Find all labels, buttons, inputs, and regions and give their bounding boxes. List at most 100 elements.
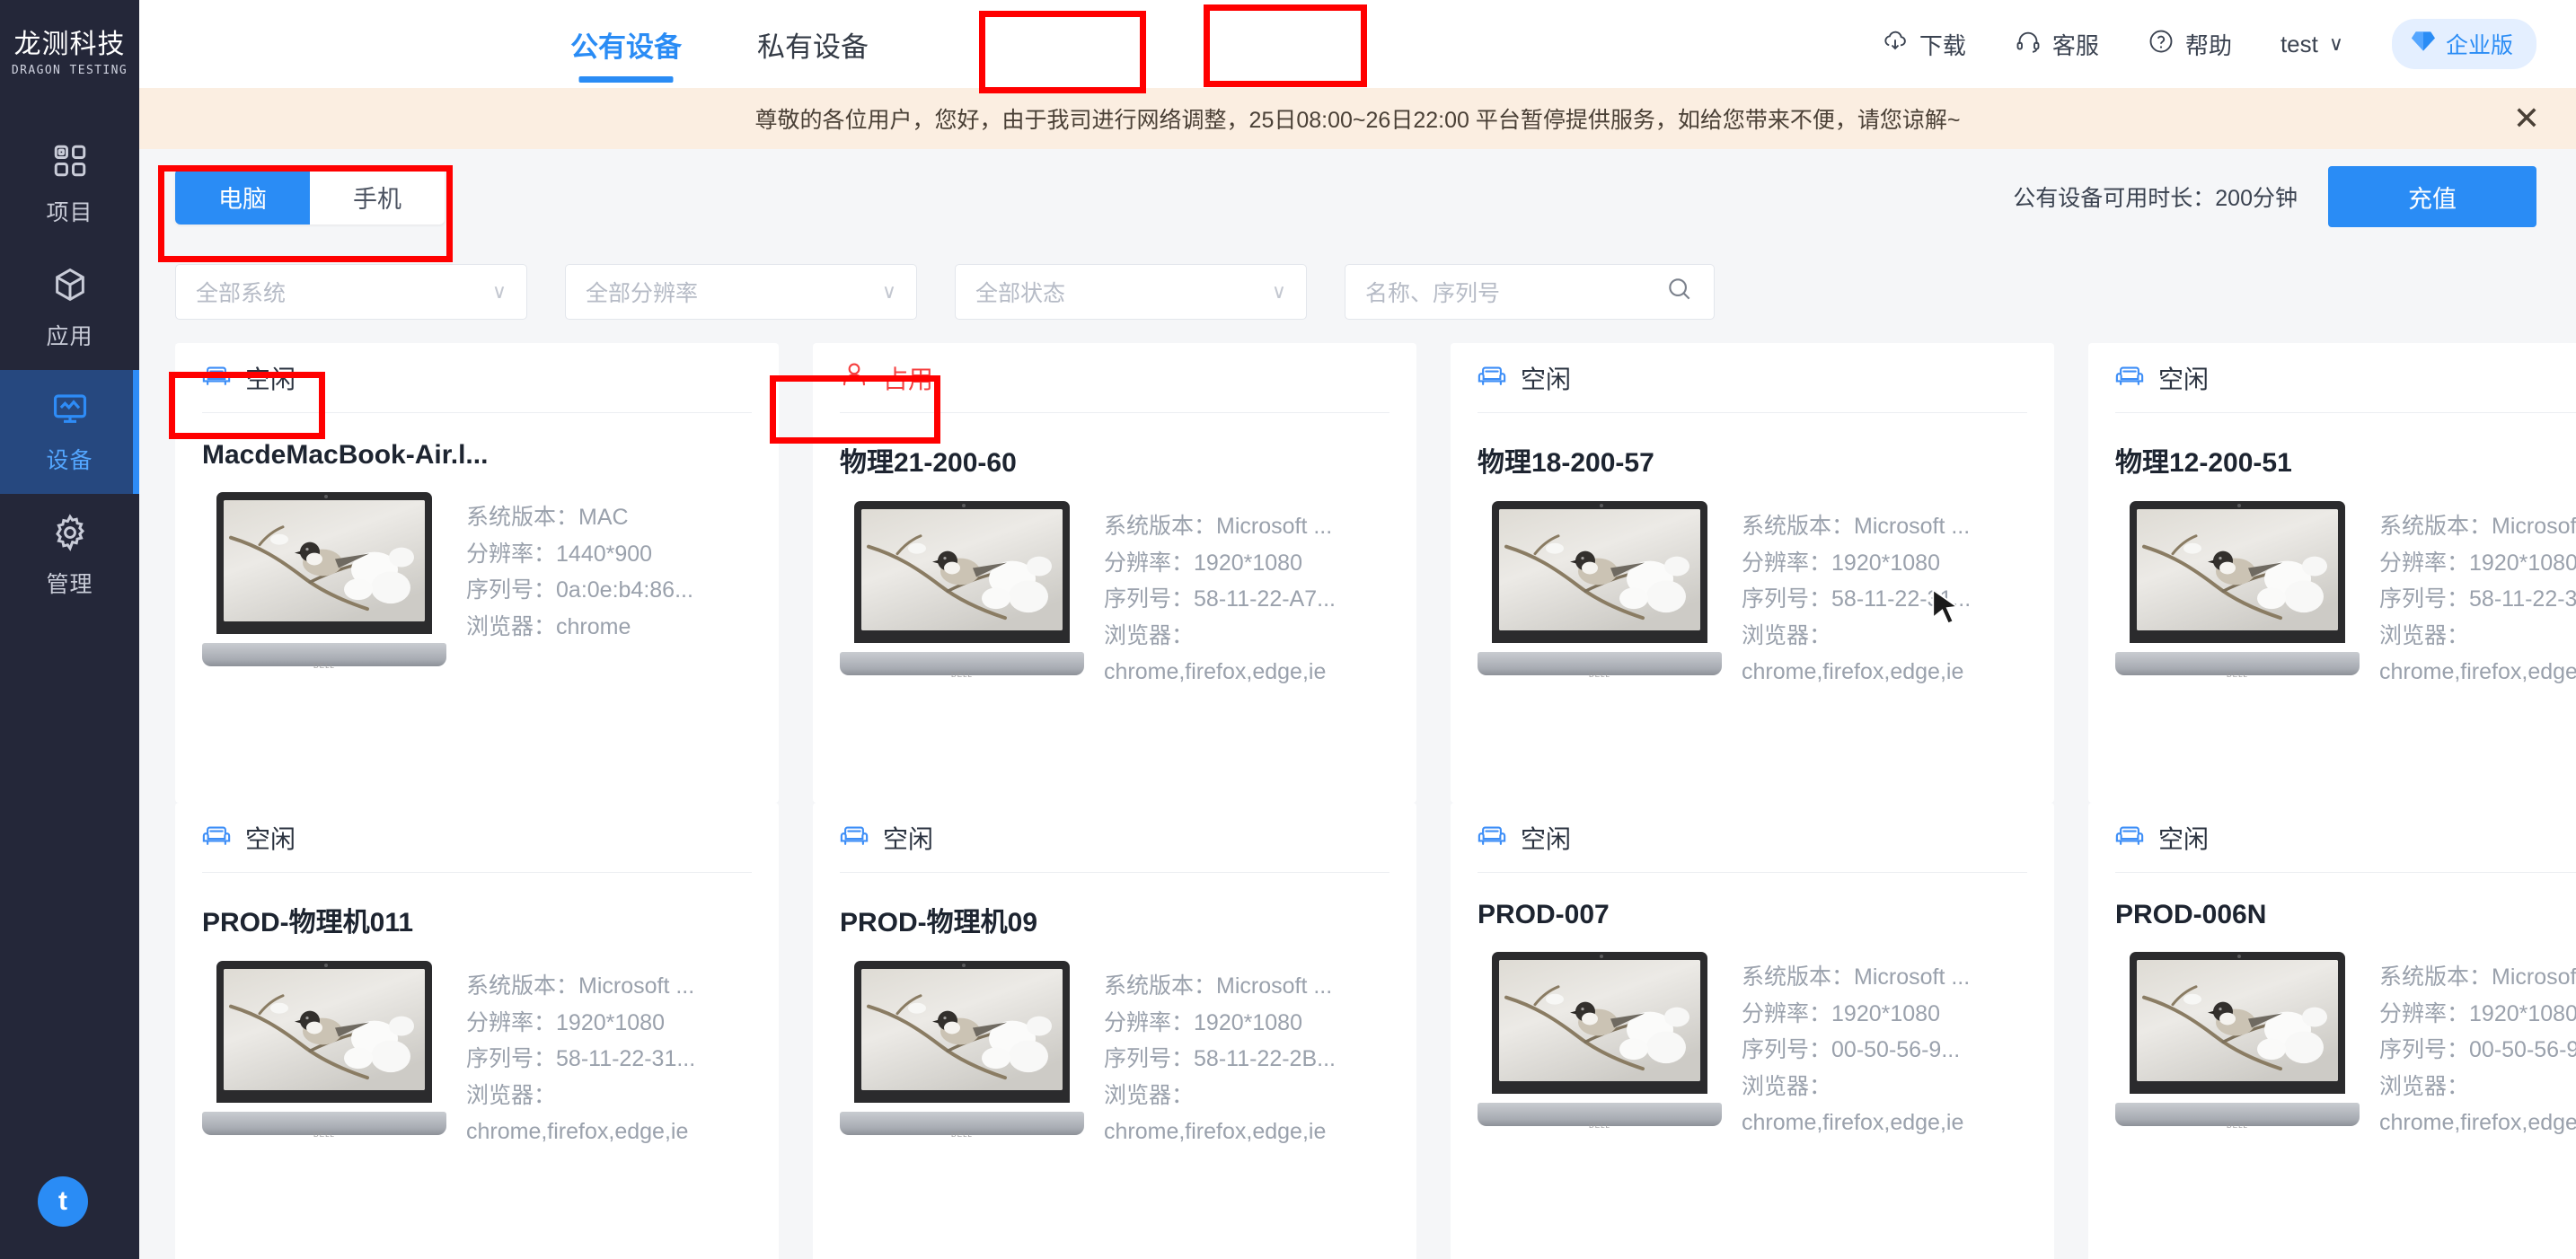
device-name: PROD-物理机011 xyxy=(202,908,414,938)
device-name: PROD-007 xyxy=(1478,900,1610,929)
search-icon[interactable] xyxy=(1665,275,1694,310)
wallpaper-bird-on-snowy-branch xyxy=(224,500,425,621)
avatar-label: t xyxy=(58,1186,67,1216)
device-card[interactable]: 空闲 PROD-物理机09 DELL 系统版本：Microsoft ... 分辨… xyxy=(813,803,1416,1259)
support-label: 客服 xyxy=(2051,31,2099,59)
spec-browser: 浏览器： chrome,firefox,edge,ie xyxy=(1742,618,1971,691)
laptop-brand-mark: DELL xyxy=(313,1131,336,1139)
device-card[interactable]: 空闲 PROD-物理机011 DELL 系统版本：Microsoft ... 分… xyxy=(175,803,779,1259)
main-area: 公有设备 私有设备 下载 客服 帮助 test ∨ 企业版 尊敬的各位用户，您好… xyxy=(139,0,2576,1259)
spec-browser: 浏览器：chrome xyxy=(466,609,693,646)
device-card[interactable]: 占用 物理21-200-60 DELL 系统版本：Microsoft ... 分… xyxy=(813,343,1416,803)
spec-serial-value: 58-11-22-31... xyxy=(1831,586,1972,612)
spec-os-label: 系统版本： xyxy=(1742,514,1855,539)
laptop-camera xyxy=(2237,955,2241,958)
sofa-icon xyxy=(202,360,231,395)
spec-serial-value: 58-11-22-2B... xyxy=(1194,1046,1336,1071)
device-status-label: 空闲 xyxy=(2158,824,2210,853)
device-card[interactable]: 空闲 物理18-200-57 DELL 系统版本：Microsoft ... 分… xyxy=(1451,343,2054,803)
laptop-camera xyxy=(2237,504,2241,507)
sidebar: 龙测科技 DRAGON TESTING 项目 应用 设备 管理 t xyxy=(0,0,139,1259)
tab-private-devices[interactable]: 私有设备 xyxy=(754,0,872,88)
wallpaper-bird-on-snowy-branch xyxy=(2137,509,2338,630)
device-status: 空闲 xyxy=(202,343,752,413)
user-menu[interactable]: test ∨ xyxy=(2280,31,2343,58)
device-type-computer-label: 电脑 xyxy=(218,185,267,213)
download-button[interactable]: 下载 xyxy=(1882,28,1966,61)
device-card[interactable]: 空闲 物理12-200-51 DELL 系统版本：Microsoft 分辨率：1… xyxy=(2088,343,2576,803)
sidebar-item-devices[interactable]: 设备 xyxy=(0,370,139,494)
spec-resolution-value: 1920*1080 xyxy=(2469,550,2576,576)
help-button[interactable]: 帮助 xyxy=(2148,28,2232,61)
device-status: 占用 xyxy=(840,343,1389,413)
user-name: test xyxy=(2280,30,2318,57)
spec-browser-label: 浏览器： xyxy=(1742,1073,1832,1099)
spec-browser-label: 浏览器： xyxy=(2379,1073,2470,1099)
spec-resolution-label: 分辨率： xyxy=(466,541,557,567)
close-icon[interactable]: ✕ xyxy=(2513,102,2540,135)
grid-icon xyxy=(51,142,89,184)
spec-resolution-value: 1920*1080 xyxy=(1831,1000,1940,1026)
spec-resolution-value: 1920*1080 xyxy=(556,1009,665,1035)
spec-resolution: 分辨率：1920*1080 xyxy=(1742,996,1970,1033)
spec-serial: 序列号：58-11-22-31... xyxy=(2379,581,2576,618)
spec-resolution-label: 分辨率： xyxy=(466,1009,557,1035)
wallpaper-bird-on-snowy-branch xyxy=(224,969,425,1090)
device-status-label: 空闲 xyxy=(883,824,934,853)
spec-serial-value: 58-11-22-A7... xyxy=(1194,586,1336,612)
spec-resolution: 分辨率：1920*1080 xyxy=(1742,545,1971,582)
spec-os: 系统版本：Microsoft ... xyxy=(466,968,695,1005)
cube-icon xyxy=(51,266,89,308)
spec-os: 系统版本：Microsoft ... xyxy=(1104,508,1336,545)
device-type-computer[interactable]: 电脑 xyxy=(175,169,310,225)
spec-browser: 浏览器： chrome,firefox,edge,ie xyxy=(1104,1078,1336,1150)
spec-serial-label: 序列号： xyxy=(2379,1037,2470,1062)
device-thumbnail: DELL xyxy=(2115,501,2360,681)
laptop-camera xyxy=(1600,955,1603,958)
device-image: DELL xyxy=(2115,501,2360,691)
system-filter-select[interactable]: 全部系统 ∨ xyxy=(175,264,527,320)
user-avatar-button[interactable]: t xyxy=(38,1176,88,1227)
device-type-phone[interactable]: 手机 xyxy=(310,169,445,225)
tab-public-devices-label: 公有设备 xyxy=(570,31,682,63)
search-field-wrapper[interactable]: 名称、序列号 xyxy=(1345,264,1715,320)
device-image: DELL xyxy=(1478,952,1722,1141)
enterprise-badge[interactable]: 企业版 xyxy=(2391,19,2536,69)
sidebar-item-devices-label: 设备 xyxy=(46,447,93,473)
top-bar: 公有设备 私有设备 下载 客服 帮助 test ∨ 企业版 xyxy=(139,0,2576,88)
tab-public-devices[interactable]: 公有设备 xyxy=(567,0,685,88)
spec-os-value: Microsoft ... xyxy=(1216,514,1333,539)
spec-serial: 序列号：00-50-56-9... xyxy=(1742,1032,1970,1069)
spec-browser-label: 浏览器： xyxy=(1104,622,1195,648)
spec-os-label: 系统版本： xyxy=(1104,973,1217,999)
chevron-down-icon: ∨ xyxy=(491,280,507,303)
spec-os: 系统版本：Microsoft ... xyxy=(1104,968,1336,1005)
resolution-filter-select[interactable]: 全部分辨率 ∨ xyxy=(565,264,917,320)
spec-serial-label: 序列号： xyxy=(1104,586,1195,612)
status-filter-select[interactable]: 全部状态 ∨ xyxy=(955,264,1307,320)
sidebar-item-apps[interactable]: 应用 xyxy=(0,246,139,370)
device-thumbnail: DELL xyxy=(2115,952,2360,1131)
recharge-button[interactable]: 充值 xyxy=(2328,166,2536,227)
spec-os: 系统版本：Microsoft ... xyxy=(1742,959,1970,996)
sidebar-item-projects[interactable]: 项目 xyxy=(0,122,139,246)
device-card[interactable]: 空闲 PROD-006N DELL 系统版本：Microsoft 分辨率：192… xyxy=(2088,803,2576,1259)
download-label: 下载 xyxy=(1919,31,1966,59)
device-name: 物理12-200-51 xyxy=(2115,448,2292,478)
device-card[interactable]: 空闲 PROD-007 DELL 系统版本：Microsoft ... 分辨率：… xyxy=(1451,803,2054,1259)
filter-row: 全部系统 ∨ 全部分辨率 ∨ 全部状态 ∨ 名称、序列号 xyxy=(139,244,2576,343)
help-label: 帮助 xyxy=(2184,31,2232,59)
support-button[interactable]: 客服 xyxy=(2015,28,2099,61)
spec-resolution-label: 分辨率： xyxy=(2379,1000,2470,1026)
tab-private-devices-label: 私有设备 xyxy=(757,31,869,63)
search-input[interactable]: 名称、序列号 xyxy=(1365,276,1500,308)
device-card[interactable]: 空闲 MacdeMacBook-Air.l... DELL 系统版本：MAC 分… xyxy=(175,343,779,803)
sofa-icon xyxy=(1478,820,1506,855)
sidebar-item-management[interactable]: 管理 xyxy=(0,494,139,618)
laptop-camera xyxy=(324,964,328,967)
spec-serial: 序列号：58-11-22-31... xyxy=(466,1041,695,1078)
laptop-screen xyxy=(1492,501,1707,643)
sofa-icon xyxy=(840,820,869,855)
device-image: DELL xyxy=(840,501,1084,691)
device-specs: 系统版本：Microsoft ... 分辨率：1920*1080 序列号：00-… xyxy=(2379,952,2576,1141)
